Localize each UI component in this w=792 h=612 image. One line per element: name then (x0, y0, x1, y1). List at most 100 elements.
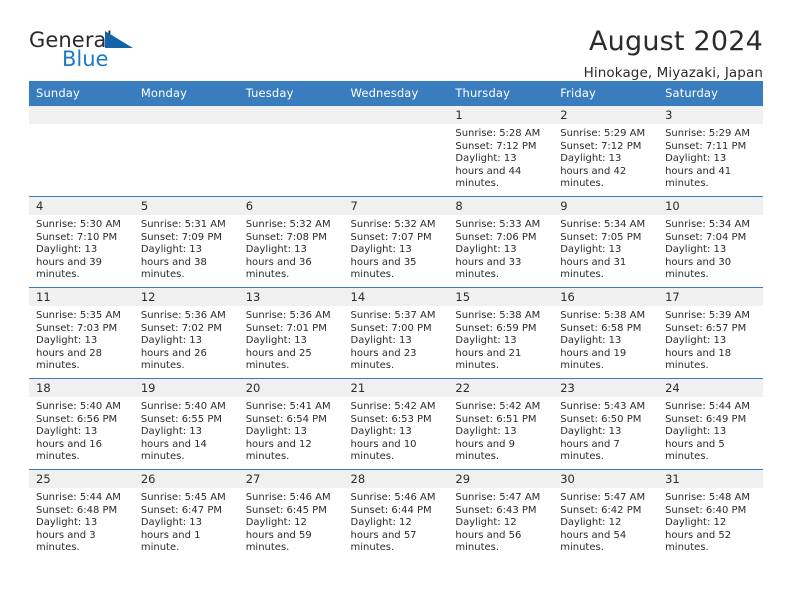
calendar-day-cell[interactable]: 22 Sunrise: 5:42 AM Sunset: 6:51 PM Dayligh… (448, 378, 554, 470)
calendar-day-cell[interactable]: 21 Sunrise: 5:42 AM Sunset: 6:53 PM Dayligh… (343, 378, 449, 470)
calendar-day-cell[interactable]: 28 Sunrise: 5:46 AM Sunset: 6:44 PM Dayligh… (343, 469, 449, 560)
calendar-table: Sunday Monday Tuesday Wednesday Thursday Frid… (29, 81, 763, 560)
calendar-day-cell[interactable]: 2 Sunrise: 5:29 AM Sunset: 7:12 PM Daylight… (553, 106, 659, 197)
day-number: 30 (553, 470, 659, 488)
calendar-day-cell[interactable]: 16 Sunrise: 5:38 AM Sunset: 6:58 PM Dayligh… (553, 287, 659, 379)
calendar-day-cell[interactable]: 14 Sunrise: 5:37 AM Sunset: 7:00 PM Dayligh… (343, 287, 449, 379)
daylight-text: Daylight: 13 hours and 33 minutes. (455, 244, 522, 281)
daylight-text: Daylight: 13 hours and 21 minutes. (455, 335, 522, 372)
sunrise-text: Sunrise: 5:38 AM (560, 310, 646, 321)
day-number (133, 106, 239, 124)
calendar-day-cell[interactable]: 24 Sunrise: 5:44 AM Sunset: 6:49 PM Dayligh… (658, 378, 763, 470)
general-blue-logo[interactable]: General Blue (29, 28, 149, 76)
day-sun-info: Sunrise: 5:32 AM Sunset: 7:08 PM Daylight:… (239, 215, 344, 282)
calendar-day-cell[interactable]: 30 Sunrise: 5:47 AM Sunset: 6:42 PM Dayligh… (553, 469, 659, 560)
calendar-day-cell[interactable]: 7 Sunrise: 5:32 AM Sunset: 7:07 PM Daylight… (343, 196, 449, 288)
weekday-header-thursday: Thursday (448, 81, 554, 106)
sunrise-text: Sunrise: 5:32 AM (350, 219, 436, 230)
calendar-week-row: 4 Sunrise: 5:30 AM Sunset: 7:10 PM Daylight… (29, 196, 763, 288)
sunrise-text: Sunrise: 5:34 AM (665, 219, 750, 230)
day-cell-inner (29, 106, 134, 196)
sunrise-text: Sunrise: 5:44 AM (665, 401, 750, 412)
sunrise-text: Sunrise: 5:32 AM (245, 219, 331, 230)
day-number: 12 (133, 288, 239, 306)
sunset-text: Sunset: 7:08 PM (245, 231, 327, 243)
page-title: August 2024 (589, 26, 763, 57)
daylight-text: Daylight: 13 hours and 36 minutes. (245, 244, 312, 281)
daylight-text: Daylight: 13 hours and 14 minutes. (140, 426, 207, 463)
day-cell-inner: 1 Sunrise: 5:28 AM Sunset: 7:12 PM Daylight… (448, 106, 554, 196)
sunrise-text: Sunrise: 5:30 AM (36, 219, 121, 230)
sunrise-text: Sunrise: 5:39 AM (665, 310, 750, 321)
calendar-day-cell[interactable]: 13 Sunrise: 5:36 AM Sunset: 7:01 PM Dayligh… (238, 287, 344, 379)
day-sun-info: Sunrise: 5:37 AM Sunset: 7:00 PM Daylight:… (344, 306, 449, 373)
day-sun-info: Sunrise: 5:46 AM Sunset: 6:44 PM Daylight:… (344, 488, 449, 555)
calendar-day-cell[interactable]: 25 Sunrise: 5:44 AM Sunset: 6:48 PM Dayligh… (29, 469, 134, 560)
sunrise-text: Sunrise: 5:34 AM (560, 219, 646, 230)
day-sun-info: Sunrise: 5:35 AM Sunset: 7:03 PM Daylight:… (29, 306, 134, 373)
calendar-day-cell[interactable]: 9 Sunrise: 5:34 AM Sunset: 7:05 PM Daylight… (553, 196, 659, 288)
sunset-text: Sunset: 7:03 PM (36, 322, 118, 334)
sunrise-text: Sunrise: 5:29 AM (665, 128, 750, 139)
day-cell-inner: 8 Sunrise: 5:33 AM Sunset: 7:06 PM Daylight… (448, 197, 554, 287)
sunset-text: Sunset: 7:00 PM (350, 322, 432, 334)
calendar-day-cell[interactable]: 12 Sunrise: 5:36 AM Sunset: 7:02 PM Dayligh… (133, 287, 239, 379)
day-cell-inner: 15 Sunrise: 5:38 AM Sunset: 6:59 PM Dayligh… (448, 288, 554, 378)
sunset-text: Sunset: 6:51 PM (455, 413, 537, 425)
calendar-day-cell[interactable]: 18 Sunrise: 5:40 AM Sunset: 6:56 PM Dayligh… (29, 378, 134, 470)
sunset-text: Sunset: 6:44 PM (350, 504, 432, 516)
calendar-day-cell[interactable]: 19 Sunrise: 5:40 AM Sunset: 6:55 PM Dayligh… (133, 378, 239, 470)
day-sun-info: Sunrise: 5:42 AM Sunset: 6:53 PM Daylight:… (344, 397, 449, 464)
day-sun-info: Sunrise: 5:40 AM Sunset: 6:55 PM Daylight:… (134, 397, 239, 464)
calendar-day-cell[interactable]: 31 Sunrise: 5:48 AM Sunset: 6:40 PM Dayligh… (658, 469, 763, 560)
day-cell-inner: 29 Sunrise: 5:47 AM Sunset: 6:43 PM Dayligh… (448, 470, 554, 560)
calendar-day-cell[interactable]: 23 Sunrise: 5:43 AM Sunset: 6:50 PM Dayligh… (553, 378, 659, 470)
calendar-day-cell[interactable]: 11 Sunrise: 5:35 AM Sunset: 7:03 PM Dayligh… (29, 287, 134, 379)
sunset-text: Sunset: 6:58 PM (560, 322, 642, 334)
calendar-day-cell[interactable]: 27 Sunrise: 5:46 AM Sunset: 6:45 PM Dayligh… (238, 469, 344, 560)
triangle-flag-icon (105, 31, 133, 48)
day-number: 24 (658, 379, 763, 397)
day-cell-inner: 3 Sunrise: 5:29 AM Sunset: 7:11 PM Daylight… (658, 106, 763, 196)
day-number: 19 (133, 379, 239, 397)
calendar-day-cell[interactable]: 15 Sunrise: 5:38 AM Sunset: 6:59 PM Dayligh… (448, 287, 554, 379)
calendar-day-cell[interactable]: 8 Sunrise: 5:33 AM Sunset: 7:06 PM Daylight… (448, 196, 554, 288)
calendar-cell-empty (133, 106, 239, 197)
daylight-text: Daylight: 13 hours and 41 minutes. (665, 153, 732, 190)
calendar-day-cell[interactable]: 1 Sunrise: 5:28 AM Sunset: 7:12 PM Daylight… (448, 106, 554, 197)
sunrise-text: Sunrise: 5:33 AM (455, 219, 541, 230)
day-number: 3 (658, 106, 763, 124)
logo-text-blue: Blue (62, 47, 109, 71)
calendar-day-cell[interactable]: 4 Sunrise: 5:30 AM Sunset: 7:10 PM Daylight… (29, 196, 134, 288)
calendar-day-cell[interactable]: 29 Sunrise: 5:47 AM Sunset: 6:43 PM Dayligh… (448, 469, 554, 560)
sunrise-text: Sunrise: 5:28 AM (455, 128, 541, 139)
calendar-day-cell[interactable]: 17 Sunrise: 5:39 AM Sunset: 6:57 PM Dayligh… (658, 287, 763, 379)
day-cell-inner: 6 Sunrise: 5:32 AM Sunset: 7:08 PM Daylight… (238, 197, 344, 287)
sunset-text: Sunset: 6:57 PM (665, 322, 747, 334)
day-sun-info: Sunrise: 5:47 AM Sunset: 6:43 PM Daylight:… (448, 488, 553, 555)
day-number: 27 (238, 470, 344, 488)
calendar-day-cell[interactable]: 10 Sunrise: 5:34 AM Sunset: 7:04 PM Dayligh… (658, 196, 763, 288)
day-cell-inner: 5 Sunrise: 5:31 AM Sunset: 7:09 PM Daylight… (133, 197, 239, 287)
sunrise-text: Sunrise: 5:38 AM (455, 310, 541, 321)
day-sun-info: Sunrise: 5:44 AM Sunset: 6:49 PM Daylight:… (658, 397, 763, 464)
calendar-day-cell[interactable]: 3 Sunrise: 5:29 AM Sunset: 7:11 PM Daylight… (658, 106, 763, 197)
sunset-text: Sunset: 7:10 PM (36, 231, 118, 243)
day-cell-inner: 21 Sunrise: 5:42 AM Sunset: 6:53 PM Dayligh… (343, 379, 449, 469)
day-cell-inner: 13 Sunrise: 5:36 AM Sunset: 7:01 PM Dayligh… (238, 288, 344, 378)
daylight-text: Daylight: 13 hours and 25 minutes. (245, 335, 312, 372)
daylight-text: Daylight: 13 hours and 19 minutes. (560, 335, 627, 372)
title-block: August 2024 Hinokage, Miyazaki, Japan (584, 26, 763, 81)
day-number: 5 (133, 197, 239, 215)
calendar-day-cell[interactable]: 5 Sunrise: 5:31 AM Sunset: 7:09 PM Daylight… (133, 196, 239, 288)
daylight-text: Daylight: 12 hours and 57 minutes. (350, 517, 417, 554)
daylight-text: Daylight: 13 hours and 35 minutes. (350, 244, 417, 281)
calendar-day-cell[interactable]: 20 Sunrise: 5:41 AM Sunset: 6:54 PM Dayligh… (238, 378, 344, 470)
day-sun-info: Sunrise: 5:30 AM Sunset: 7:10 PM Daylight:… (29, 215, 134, 282)
sunrise-text: Sunrise: 5:36 AM (140, 310, 226, 321)
calendar-day-cell[interactable]: 6 Sunrise: 5:32 AM Sunset: 7:08 PM Daylight… (238, 196, 344, 288)
page-header: General Blue August 2024 Hinokage, Miyaz… (29, 0, 763, 81)
calendar-day-cell[interactable]: 26 Sunrise: 5:45 AM Sunset: 6:47 PM Dayligh… (133, 469, 239, 560)
sunset-text: Sunset: 7:07 PM (350, 231, 432, 243)
sunset-text: Sunset: 6:55 PM (140, 413, 222, 425)
